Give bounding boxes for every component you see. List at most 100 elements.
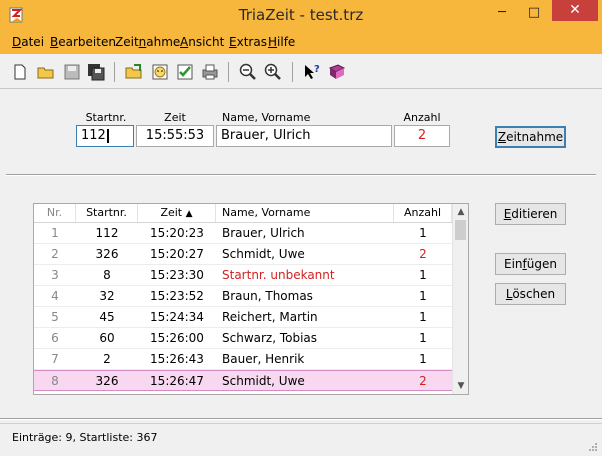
anzahl-input[interactable]: 2 <box>394 125 450 147</box>
header-nr[interactable]: Nr. <box>34 204 76 222</box>
cell-name: Schmidt, Uwe <box>222 247 305 261</box>
svg-text:?: ? <box>314 64 320 75</box>
cell-anzahl: 1 <box>419 352 427 366</box>
cell-startnr: 326 <box>95 374 119 388</box>
cell-zeit: 15:20:27 <box>150 247 204 261</box>
person-icon[interactable] <box>150 62 170 82</box>
zoom-out-icon[interactable] <box>238 62 258 82</box>
open-folder-icon[interactable] <box>36 62 56 82</box>
print-icon[interactable] <box>200 62 220 82</box>
menu-ansicht-rest: nsicht <box>188 35 225 49</box>
header-zeit-label: Zeit <box>160 206 183 219</box>
einfuegen-b: ügen <box>526 257 557 271</box>
table-row[interactable]: 6 60 15:26:00 Schwarz, Tobias 1 <box>34 328 452 349</box>
times-table[interactable]: Nr. Startnr. Zeit ▲ Name, Vorname Anzahl… <box>33 203 469 395</box>
new-file-icon[interactable] <box>10 62 30 82</box>
cell-name: Schwarz, Tobias <box>222 331 318 345</box>
cell-startnr: 112 <box>95 226 119 240</box>
cell-name: Brauer, Ulrich <box>222 226 305 240</box>
cell-nr: 3 <box>51 268 59 282</box>
cell-name: Reichert, Martin <box>222 310 318 324</box>
cell-nr: 8 <box>51 374 59 388</box>
zeitnahme-mnemonic: Z <box>497 130 507 144</box>
toolbar-separator <box>228 62 229 82</box>
startnr-value: 112 <box>81 128 106 143</box>
book-icon[interactable] <box>327 62 347 82</box>
header-zeit[interactable]: Zeit ▲ <box>138 204 216 222</box>
zeit-input[interactable]: 15:55:53 <box>136 125 214 147</box>
menu-extras-rest: xtras <box>236 35 267 49</box>
vertical-scrollbar[interactable]: ▲ ▼ <box>452 204 468 394</box>
header-name[interactable]: Name, Vorname <box>216 204 394 222</box>
menu-datei[interactable]: Datei <box>12 35 44 49</box>
menu-hilfe[interactable]: Hilfe <box>268 35 295 49</box>
cell-anzahl: 1 <box>419 268 427 282</box>
cell-zeit: 15:26:00 <box>150 331 204 345</box>
checklist-icon[interactable] <box>175 62 195 82</box>
cell-anzahl: 1 <box>419 289 427 303</box>
cell-startnr: 32 <box>99 289 115 303</box>
zoom-in-icon[interactable] <box>263 62 283 82</box>
anzahl-label: Anzahl <box>403 111 441 124</box>
help-pointer-icon[interactable]: ? <box>302 62 322 82</box>
toolbar: ? <box>0 54 602 89</box>
cell-startnr: 326 <box>95 247 119 261</box>
menu-zeitnahme-a: Zeit <box>115 35 139 49</box>
header-anzahl[interactable]: Anzahl <box>394 204 452 222</box>
startnr-input[interactable]: 112 <box>76 125 134 147</box>
menu-extras[interactable]: Extras <box>229 35 267 49</box>
table-row[interactable]: 2 326 15:20:27 Schmidt, Uwe 2 <box>34 244 452 265</box>
name-input[interactable]: Brauer, Ulrich <box>216 125 392 147</box>
section-divider <box>6 174 596 176</box>
cell-nr: 7 <box>51 352 59 366</box>
minimize-button[interactable]: ─ <box>488 2 516 24</box>
save-disk-icon[interactable] <box>62 62 82 82</box>
cell-anzahl: 2 <box>419 374 427 388</box>
cell-anzahl: 2 <box>419 247 427 261</box>
cell-anzahl: 1 <box>419 310 427 324</box>
scroll-up-icon[interactable]: ▲ <box>453 204 468 220</box>
menu-zeitnahme[interactable]: Zeitnahme <box>115 35 180 49</box>
save-all-icon[interactable] <box>86 62 106 82</box>
open-list-icon[interactable] <box>124 62 144 82</box>
einfuegen-button[interactable]: Einfügen <box>495 253 566 275</box>
menu-bearbeiten[interactable]: Bearbeiten <box>50 35 116 49</box>
status-divider <box>0 418 602 420</box>
cell-name: Startnr. unbekannt <box>222 268 335 282</box>
scroll-down-icon[interactable]: ▼ <box>453 378 468 394</box>
table-row[interactable]: 1 112 15:20:23 Brauer, Ulrich 1 <box>34 223 452 244</box>
table-row[interactable]: 4 32 15:23:52 Braun, Thomas 1 <box>34 286 452 307</box>
cell-name: Schmidt, Uwe <box>222 374 305 388</box>
table-row[interactable]: 7 2 15:26:43 Bauer, Henrik 1 <box>34 349 452 370</box>
cell-nr: 2 <box>51 247 59 261</box>
cell-startnr: 60 <box>99 331 115 345</box>
cell-nr: 5 <box>51 310 59 324</box>
title-bar[interactable]: TriaZeit - test.trz ─ □ ✕ <box>0 0 602 30</box>
status-bar: Einträge: 9, Startliste: 367 <box>0 423 602 456</box>
cell-zeit: 15:26:47 <box>150 374 204 388</box>
editieren-button[interactable]: Editieren <box>495 203 566 225</box>
menu-bar: Datei Bearbeiten Zeitnahme Ansicht Extra… <box>0 30 602 54</box>
table-row[interactable]: 3 8 15:23:30 Startnr. unbekannt 1 <box>34 265 452 286</box>
sort-ascending-icon: ▲ <box>185 209 193 219</box>
cell-startnr: 45 <box>99 310 115 324</box>
cell-startnr: 8 <box>103 268 111 282</box>
scroll-thumb[interactable] <box>455 220 466 240</box>
resize-grip-icon[interactable] <box>588 442 598 452</box>
maximize-button[interactable]: □ <box>520 2 548 24</box>
startnr-label: Startnr. <box>85 111 127 124</box>
table-header: Nr. Startnr. Zeit ▲ Name, Vorname Anzahl <box>34 204 452 223</box>
table-row[interactable]: 5 45 15:24:34 Reichert, Martin 1 <box>34 307 452 328</box>
loeschen-button[interactable]: Löschen <box>495 283 566 305</box>
cell-nr: 4 <box>51 289 59 303</box>
editieren-rest: ditieren <box>511 207 558 221</box>
einfuegen-a: Ein <box>504 257 523 271</box>
zeitnahme-button[interactable]: Zeitnahme <box>495 126 566 148</box>
table-row[interactable]: 8 326 15:26:47 Schmidt, Uwe 2 <box>34 370 452 391</box>
header-startnr[interactable]: Startnr. <box>76 204 138 222</box>
menu-ansicht[interactable]: Ansicht <box>180 35 224 49</box>
toolbar-separator <box>292 62 293 82</box>
menu-bearbeiten-rest: earbeiten <box>58 35 116 49</box>
close-button[interactable]: ✕ <box>552 0 598 21</box>
cell-zeit: 15:23:52 <box>150 289 204 303</box>
